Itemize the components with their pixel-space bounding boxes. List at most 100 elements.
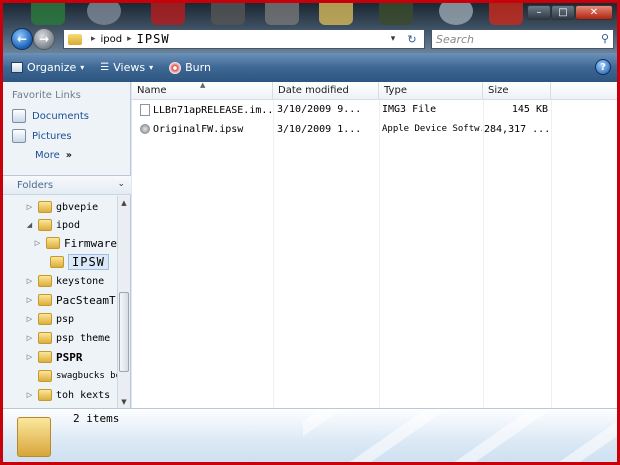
burn-disc-icon bbox=[169, 61, 182, 74]
search-icon[interactable]: ⚲ bbox=[601, 32, 609, 45]
folder-icon bbox=[38, 332, 52, 344]
type-cell: Apple Device Softw... bbox=[382, 124, 482, 134]
explorer-window: – □ ✕ ← → ▸ ipod ▸ IPSW ▾ ↻ Search ⚲ Org… bbox=[0, 0, 620, 465]
table-row[interactable]: OriginalFW.ipsw 3/10/2009 1... Apple Dev… bbox=[132, 122, 552, 139]
tree-item-swagbucks-bot[interactable]: swagbucks bot bbox=[25, 367, 117, 385]
folder-icon bbox=[68, 33, 82, 45]
folder-icon bbox=[38, 219, 52, 231]
tree-item-psp-theme[interactable]: ▷ psp theme bbox=[25, 329, 110, 347]
help-button[interactable]: ? bbox=[595, 59, 611, 75]
favorite-documents[interactable]: Documents bbox=[12, 109, 89, 123]
table-row[interactable]: LLBn71apRELEASE.im... 3/10/2009 9... IMG… bbox=[132, 102, 552, 119]
command-bar: Organize ▾ ☰ Views ▾ Burn ? bbox=[3, 53, 617, 82]
favorite-links-heading: Favorite Links bbox=[12, 90, 81, 101]
close-button[interactable]: ✕ bbox=[575, 5, 613, 20]
folder-icon bbox=[38, 389, 52, 401]
search-input[interactable]: Search ⚲ bbox=[431, 29, 614, 49]
tree-item-ipsw[interactable]: IPSW bbox=[37, 253, 109, 271]
expand-arrow-icon[interactable]: ▷ bbox=[25, 391, 34, 399]
expand-arrow-icon[interactable]: ▷ bbox=[25, 353, 34, 361]
tree-item-label: psp theme bbox=[56, 332, 111, 344]
organize-icon bbox=[11, 62, 23, 73]
tree-item-gbvepie[interactable]: ▷ gbvepie bbox=[25, 198, 98, 216]
favorite-more[interactable]: More ›› bbox=[35, 150, 72, 161]
back-button[interactable]: ← bbox=[11, 28, 33, 50]
tree-item-label: ipod bbox=[56, 219, 81, 231]
expand-arrow-icon[interactable]: ▷ bbox=[25, 277, 34, 285]
expand-arrow-icon[interactable]: ▷ bbox=[25, 334, 34, 342]
column-header-label: Type bbox=[384, 85, 407, 96]
forward-button[interactable]: → bbox=[33, 28, 55, 50]
views-button[interactable]: ☰ Views ▾ bbox=[92, 53, 161, 82]
tree-item-label: PSPR bbox=[56, 350, 83, 364]
chevron-down-icon: ⌄ bbox=[117, 179, 125, 189]
breadcrumb-separator-icon: ▸ bbox=[91, 34, 96, 44]
help-icon: ? bbox=[600, 61, 606, 73]
search-placeholder: Search bbox=[436, 32, 475, 46]
documents-icon bbox=[12, 109, 26, 123]
tree-item-pspr[interactable]: ▷ PSPR bbox=[25, 348, 83, 366]
column-header-label: Size bbox=[488, 85, 509, 96]
sort-ascending-icon: ▲ bbox=[200, 81, 206, 89]
scroll-down-icon[interactable]: ▼ bbox=[118, 395, 130, 408]
folder-icon bbox=[38, 370, 52, 382]
folder-icon bbox=[17, 417, 51, 457]
expand-arrow-icon[interactable]: ▷ bbox=[25, 315, 34, 323]
expand-arrow-icon[interactable]: ▷ bbox=[25, 296, 34, 304]
favorite-more-label: More bbox=[35, 150, 60, 161]
address-dropdown-icon[interactable]: ▾ bbox=[386, 30, 400, 48]
favorite-pictures[interactable]: Pictures bbox=[12, 129, 72, 143]
tree-item-pacsteamt[interactable]: ▷ PacSteamT bbox=[25, 291, 116, 309]
tree-item-label: PacSteamT bbox=[56, 293, 116, 307]
column-header-type[interactable]: Type bbox=[379, 82, 483, 100]
pictures-icon bbox=[12, 129, 26, 143]
tree-item-ipod[interactable]: ◢ ipod bbox=[25, 216, 80, 234]
tree-item-psp[interactable]: ▷ psp bbox=[25, 310, 74, 328]
maximize-button[interactable]: □ bbox=[551, 5, 575, 20]
file-list: Name ▲ Date modified Type Size LLBn71apR… bbox=[132, 81, 617, 408]
folder-icon bbox=[38, 275, 52, 287]
column-header-date-modified[interactable]: Date modified bbox=[273, 82, 379, 100]
minimize-button[interactable]: – bbox=[527, 5, 551, 20]
tree-item-toh-kexts[interactable]: ▷ toh kexts bbox=[25, 386, 110, 404]
folders-header[interactable]: Folders ⌄ bbox=[3, 175, 131, 195]
folder-icon bbox=[50, 256, 64, 268]
expand-arrow-icon[interactable]: ▷ bbox=[33, 239, 42, 247]
column-header-label: Date modified bbox=[278, 85, 349, 96]
tree-item-label: FirmwareBun bbox=[64, 236, 117, 250]
folder-icon bbox=[38, 351, 52, 363]
column-header-label: Name bbox=[137, 85, 167, 96]
folder-icon bbox=[46, 237, 60, 249]
collapse-arrow-icon[interactable]: ◢ bbox=[25, 221, 34, 229]
item-count: 2 items bbox=[73, 412, 120, 425]
tree-item-label: IPSW bbox=[68, 254, 109, 270]
file-name-cell: LLBn71apRELEASE.im... bbox=[140, 104, 272, 116]
date-modified-cell: 3/10/2009 9... bbox=[277, 104, 362, 115]
size-cell: 284,317 ... bbox=[484, 124, 548, 135]
tree-item-firmwarebun[interactable]: ▷ FirmwareBun bbox=[33, 234, 117, 252]
organize-button[interactable]: Organize ▾ bbox=[3, 53, 92, 82]
address-bar[interactable]: ▸ ipod ▸ IPSW ▾ ↻ bbox=[63, 29, 425, 49]
expand-arrow-icon[interactable]: ▷ bbox=[25, 203, 34, 211]
scroll-up-icon[interactable]: ▲ bbox=[118, 196, 130, 209]
double-chevron-right-icon: ›› bbox=[65, 150, 72, 161]
breadcrumb-ipod[interactable]: ipod bbox=[101, 34, 123, 45]
file-icon bbox=[140, 104, 150, 116]
title-bar: – □ ✕ ← → ▸ ipod ▸ IPSW ▾ ↻ Search ⚲ bbox=[3, 3, 617, 53]
glass-reflection bbox=[303, 409, 617, 462]
column-header-size[interactable]: Size bbox=[483, 82, 551, 100]
breadcrumb-ipsw[interactable]: IPSW bbox=[137, 32, 170, 46]
favorite-pictures-label: Pictures bbox=[32, 130, 72, 142]
refresh-icon[interactable]: ↻ bbox=[402, 30, 422, 48]
breadcrumb-separator-icon: ▸ bbox=[127, 34, 132, 44]
tree-item-keystone[interactable]: ▷ keystone bbox=[25, 272, 104, 290]
device-icon bbox=[140, 124, 150, 134]
scrollbar-thumb[interactable] bbox=[119, 292, 129, 372]
background-desktop-icons bbox=[3, 3, 617, 25]
column-header-name[interactable]: Name ▲ bbox=[132, 81, 273, 100]
burn-button[interactable]: Burn bbox=[161, 53, 219, 82]
views-icon: ☰ bbox=[100, 62, 110, 73]
folder-tree-scrollbar[interactable]: ▲ ▼ bbox=[117, 196, 130, 408]
folder-tree: ▷ gbvepie ◢ ipod ▷ FirmwareBun IPSW ▷ bbox=[3, 196, 117, 408]
file-name-cell: OriginalFW.ipsw bbox=[140, 124, 272, 135]
